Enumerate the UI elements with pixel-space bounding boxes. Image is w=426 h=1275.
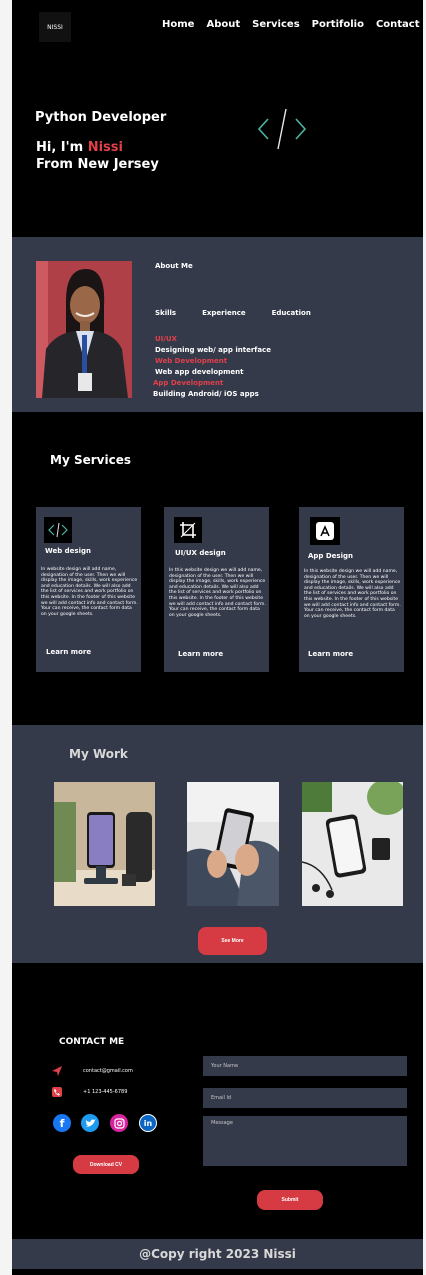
contact-email[interactable]: contact@gmail.com bbox=[83, 1068, 133, 1074]
skill-desc: Web app development bbox=[155, 368, 244, 376]
profile-photo bbox=[36, 261, 132, 398]
tab-education[interactable]: Education bbox=[272, 309, 311, 317]
service-name: Web design bbox=[45, 547, 91, 555]
learn-more-link[interactable]: Learn more bbox=[46, 648, 91, 656]
learn-more-link[interactable]: Learn more bbox=[178, 650, 223, 658]
left-page-margin bbox=[0, 0, 12, 1275]
contact-phone-row: +1 123-445-6789 bbox=[52, 1087, 127, 1097]
linkedin-icon[interactable]: in bbox=[139, 1114, 157, 1132]
service-card: App Design In this website design we wil… bbox=[299, 507, 404, 672]
work-image-hand-phone[interactable] bbox=[187, 782, 279, 906]
send-icon bbox=[52, 1066, 62, 1076]
see-more-button[interactable]: See More bbox=[198, 927, 267, 955]
hero-name: Nissi bbox=[87, 140, 123, 155]
tab-experience[interactable]: Experience bbox=[202, 309, 246, 317]
hero-greeting: Hi, I'm Nissi bbox=[36, 140, 123, 155]
service-name: App Design bbox=[308, 552, 353, 560]
phone-icon bbox=[52, 1087, 62, 1097]
about-section: About Me Skills Experience Education UI/… bbox=[12, 237, 423, 412]
nav-contact[interactable]: Contact bbox=[376, 19, 420, 30]
nav-services[interactable]: Services bbox=[252, 19, 300, 30]
nav-about[interactable]: About bbox=[206, 19, 240, 30]
app-store-icon bbox=[310, 517, 340, 545]
tab-skills[interactable]: Skills bbox=[155, 309, 176, 317]
logo[interactable]: NISSI bbox=[39, 12, 71, 42]
service-card: UI/UX design In this website design we w… bbox=[164, 507, 269, 672]
download-cv-button[interactable]: Download CV bbox=[73, 1155, 139, 1174]
contact-phone[interactable]: +1 123-445-6789 bbox=[83, 1089, 127, 1095]
about-title: About Me bbox=[155, 262, 193, 270]
skill-title: Web Development bbox=[155, 357, 228, 365]
portfolio-page: NISSI Home About Services Portifolio Con… bbox=[12, 0, 423, 1275]
skill-title: UI/UX bbox=[155, 335, 177, 343]
hero-location: From New Jersey bbox=[36, 157, 159, 172]
work-image-phone-desk[interactable] bbox=[302, 782, 403, 906]
work-title: My Work bbox=[69, 747, 128, 761]
facebook-icon[interactable]: f bbox=[53, 1114, 71, 1132]
footer-copyright: @Copy right 2023 Nissi bbox=[12, 1239, 423, 1269]
service-name: UI/UX design bbox=[175, 549, 226, 557]
service-card: Web design In website design will add na… bbox=[36, 507, 141, 672]
service-description: In this website design we will add name,… bbox=[304, 569, 401, 619]
work-image-phone-stand[interactable] bbox=[54, 782, 155, 906]
nav-portfolio[interactable]: Portifolio bbox=[312, 19, 364, 30]
skill-desc: Designing web/ app interface bbox=[155, 346, 271, 354]
about-tabs: Skills Experience Education bbox=[155, 309, 311, 317]
code-icon bbox=[44, 517, 72, 543]
crop-icon bbox=[174, 517, 202, 543]
code-icon bbox=[257, 108, 307, 150]
contact-title: CONTACT ME bbox=[59, 1037, 125, 1047]
email-input[interactable] bbox=[203, 1088, 407, 1108]
work-section: My Work See More bbox=[12, 725, 423, 963]
name-input[interactable] bbox=[203, 1056, 407, 1076]
hero-greeting-text: Hi, I'm bbox=[36, 140, 88, 155]
service-description: In website design will add name, designa… bbox=[41, 567, 138, 617]
twitter-icon[interactable] bbox=[81, 1114, 99, 1132]
nav-home[interactable]: Home bbox=[162, 19, 194, 30]
skill-title: App Development bbox=[153, 379, 224, 387]
message-textarea[interactable] bbox=[203, 1116, 407, 1166]
skill-desc: Building Android/ iOS apps bbox=[153, 390, 259, 398]
service-description: In this website design we will add name,… bbox=[169, 568, 266, 618]
hero-role: Python Developer bbox=[35, 110, 167, 125]
services-title: My Services bbox=[50, 453, 131, 467]
main-nav: Home About Services Portifolio Contact bbox=[162, 19, 420, 30]
contact-email-row: contact@gmail.com bbox=[52, 1066, 133, 1076]
learn-more-link[interactable]: Learn more bbox=[308, 650, 353, 658]
instagram-icon[interactable] bbox=[110, 1114, 128, 1132]
submit-button[interactable]: Submit bbox=[257, 1190, 323, 1210]
